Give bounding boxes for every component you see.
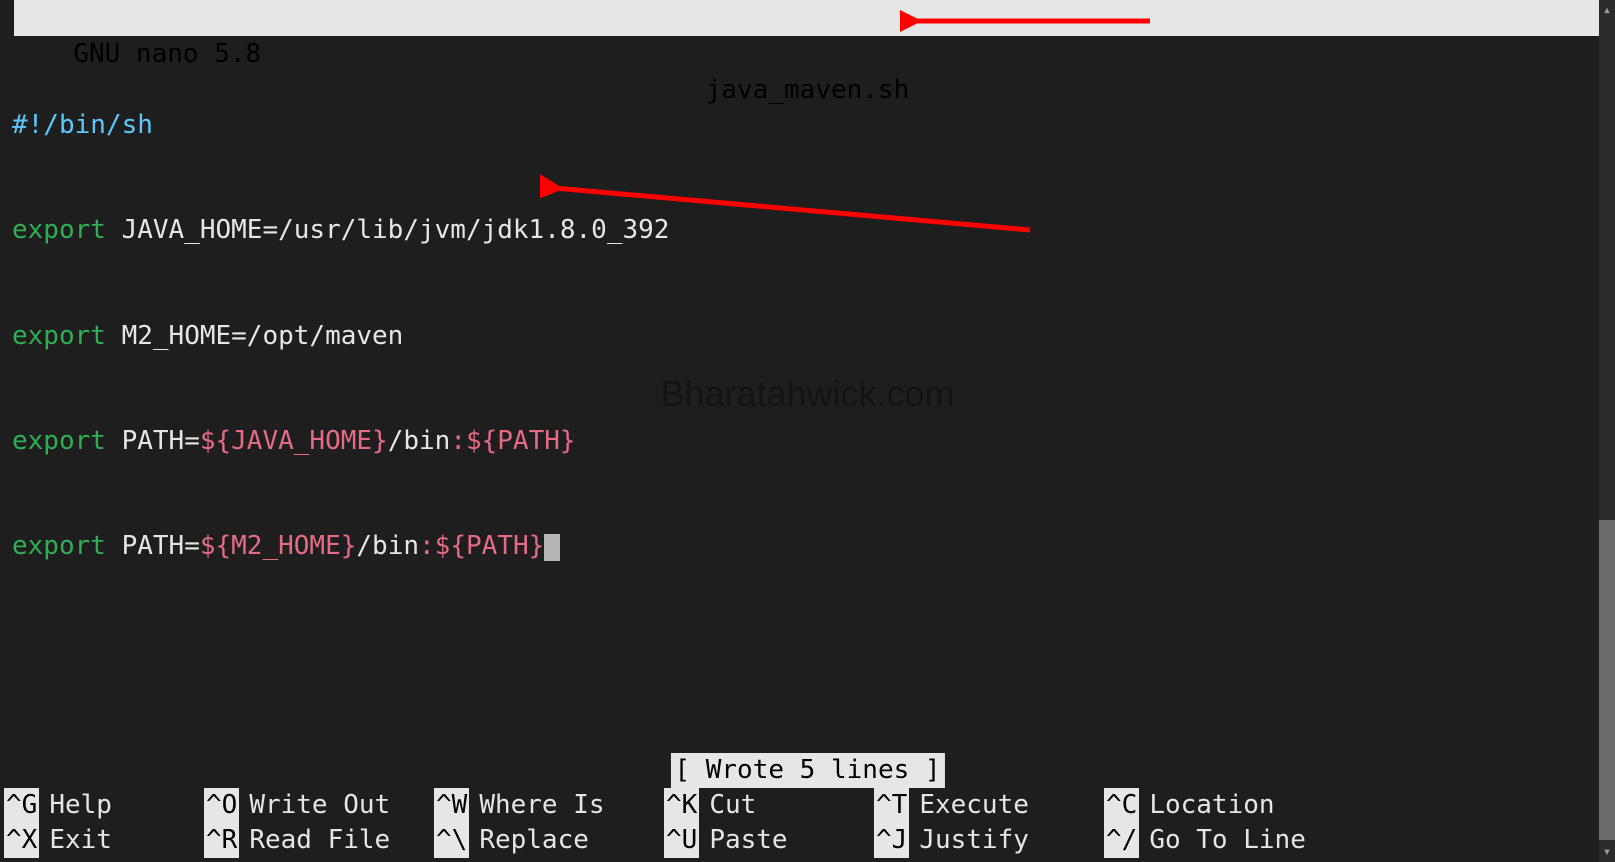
- shortcut-execute[interactable]: ^TExecute: [874, 788, 1104, 823]
- shortcut-bar: ^GHelp ^OWrite Out ^WWhere Is ^KCut ^TEx…: [0, 788, 1597, 862]
- shortcut-goto-line[interactable]: ^/Go To Line: [1104, 823, 1354, 858]
- shortcut-read-file[interactable]: ^RRead File: [204, 823, 434, 858]
- code-line-3: export M2_HOME=/opt/maven: [12, 319, 1603, 354]
- text-cursor: [544, 534, 560, 561]
- shortcut-exit[interactable]: ^XExit: [4, 823, 204, 858]
- shortcut-location[interactable]: ^CLocation: [1104, 788, 1354, 823]
- vertical-scrollbar[interactable]: ▴ ▾: [1599, 0, 1615, 862]
- shortcut-justify[interactable]: ^JJustify: [874, 823, 1104, 858]
- code-line-4: export PATH=${JAVA_HOME}/bin:${PATH}: [12, 424, 1603, 459]
- shortcut-paste[interactable]: ^UPaste: [664, 823, 874, 858]
- scroll-down-arrow-icon[interactable]: ▾: [1599, 842, 1615, 862]
- shortcut-row-2: ^XExit ^RRead File ^\Replace ^UPaste ^JJ…: [4, 823, 1597, 858]
- scroll-up-arrow-icon[interactable]: ▴: [1599, 0, 1615, 20]
- editor-area[interactable]: #!/bin/sh export JAVA_HOME=/usr/lib/jvm/…: [0, 36, 1615, 600]
- shortcut-where-is[interactable]: ^WWhere Is: [434, 788, 664, 823]
- status-message: [ Wrote 5 lines ]: [670, 753, 944, 788]
- scroll-thumb[interactable]: [1599, 520, 1615, 840]
- shortcut-replace[interactable]: ^\Replace: [434, 823, 664, 858]
- file-name: java_maven.sh: [706, 72, 910, 108]
- code-line-2: export JAVA_HOME=/usr/lib/jvm/jdk1.8.0_3…: [12, 213, 1603, 248]
- app-name: GNU nano 5.8: [45, 39, 261, 69]
- code-line-1: #!/bin/sh: [12, 108, 1603, 143]
- shortcut-help[interactable]: ^GHelp: [4, 788, 204, 823]
- shortcut-row-1: ^GHelp ^OWrite Out ^WWhere Is ^KCut ^TEx…: [4, 788, 1597, 823]
- nano-title-bar: GNU nano 5.8 java_maven.sh: [14, 0, 1601, 36]
- shortcut-cut[interactable]: ^KCut: [664, 788, 874, 823]
- code-line-5: export PATH=${M2_HOME}/bin:${PATH}: [12, 529, 1603, 564]
- shortcut-write-out[interactable]: ^OWrite Out: [204, 788, 434, 823]
